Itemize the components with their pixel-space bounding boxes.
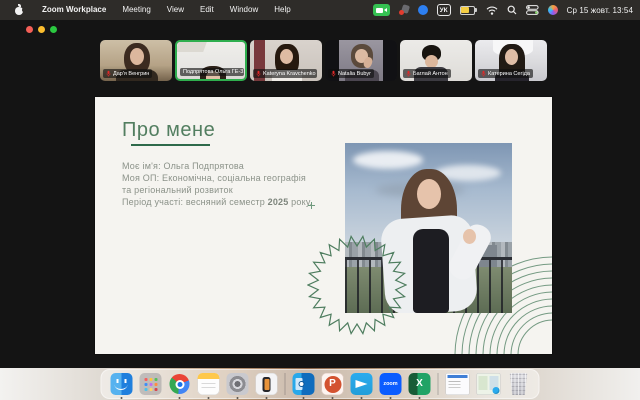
notes-icon[interactable] (198, 373, 220, 395)
window-controls (26, 26, 57, 33)
menubar-clock[interactable]: Ср 15 жовт. 13:54 (567, 6, 633, 15)
menu-view[interactable]: View (159, 0, 192, 20)
muted-mic-icon (481, 70, 486, 77)
slide-line: Моя ОП: Економічна, соціальна географія (122, 172, 312, 184)
slide-line: та регіональний розвиток (122, 184, 312, 196)
participant-tile[interactable]: Kateryna Kravchenko (250, 40, 322, 81)
participant-name-label: Подпрятова Ольга ГЕ-31 (180, 68, 244, 76)
participant-name-label: Дар'я Венгрин (103, 69, 152, 78)
slide-body-text: Моє ім'я: Ольга Подпрятова Моя ОП: Еконо… (122, 160, 312, 208)
shared-slide: Про мене Моє ім'я: Ольга Подпрятова Моя … (95, 97, 552, 354)
participant-tile[interactable]: Баглай Антон (400, 40, 472, 81)
participant-tile-active-speaker[interactable]: Подпрятова Ольга ГЕ-31 (175, 40, 247, 81)
zoom-meeting-window: Дар'я Венгрин Подпрятова Ольга ГЕ-31 Kat… (0, 20, 640, 368)
minimized-window-preview[interactable] (446, 373, 470, 395)
plus-decoration (308, 202, 315, 209)
telegram-icon[interactable] (351, 373, 373, 395)
blue-app-icon[interactable] (418, 5, 428, 15)
participant-name-label: Natalia Bubyr (328, 69, 374, 78)
powerpoint-icon[interactable]: P (322, 373, 344, 395)
muted-mic-icon (331, 70, 336, 77)
participant-strip: Дар'я Венгрин Подпрятова Ольга ГЕ-31 Kat… (100, 40, 547, 81)
participant-tile[interactable]: Дар'я Венгрин (100, 40, 172, 81)
menu-window[interactable]: Window (222, 0, 266, 20)
trash-icon[interactable] (508, 373, 530, 395)
muted-mic-icon (106, 70, 111, 77)
muted-mic-icon (256, 70, 261, 77)
spotlight-icon[interactable] (507, 5, 517, 15)
minimized-window-preview[interactable] (477, 373, 501, 395)
siri-icon[interactable] (548, 5, 558, 15)
excel-icon[interactable]: X (409, 373, 431, 395)
zoom-app-icon[interactable]: zoom (380, 373, 402, 395)
launchpad-icon[interactable] (140, 373, 162, 395)
dock: P zoom X (101, 369, 540, 399)
dock-separator (438, 373, 439, 395)
slide-title: Про мене (122, 119, 215, 142)
iphone-mirroring-icon[interactable] (256, 373, 278, 395)
desktop: Zoom Workplace Meeting View Edit Window … (0, 0, 640, 400)
participant-tile[interactable]: Катерина Сегіда (475, 40, 547, 81)
participant-name-label: Kateryna Kravchenko (253, 69, 317, 78)
participant-name-label: Баглай Антон (403, 69, 451, 78)
recording-indicator-icon[interactable] (399, 5, 409, 15)
keyboard-layout-badge[interactable]: УК (437, 4, 451, 16)
close-window-button[interactable] (26, 26, 33, 33)
participant-tile[interactable]: Natalia Bubyr (325, 40, 397, 81)
apple-menu-icon[interactable] (14, 5, 24, 15)
screen-share-active-icon[interactable] (373, 4, 390, 16)
fullscreen-window-button[interactable] (50, 26, 57, 33)
title-underline-decoration (131, 144, 210, 146)
system-settings-icon[interactable] (227, 373, 249, 395)
participant-name-label: Катерина Сегіда (478, 69, 533, 78)
finder-icon[interactable] (111, 373, 133, 395)
starburst-decoration (307, 235, 407, 335)
menu-app-name[interactable]: Zoom Workplace (34, 0, 114, 20)
menubar: Zoom Workplace Meeting View Edit Window … (0, 0, 640, 20)
menubar-status-area: УК Ср 15 жовт. 13:54 (373, 4, 640, 16)
menu-edit[interactable]: Edit (192, 0, 222, 20)
menu-help[interactable]: Help (266, 0, 298, 20)
chrome-icon[interactable] (169, 373, 191, 395)
dock-separator (285, 373, 286, 395)
outlook-icon[interactable] (293, 373, 315, 395)
slide-line: Період участі: весняний семестр 2025 рок… (122, 196, 312, 208)
wifi-icon[interactable] (486, 6, 498, 15)
minimize-window-button[interactable] (38, 26, 45, 33)
slide-line: Моє ім'я: Ольга Подпрятова (122, 160, 312, 172)
control-center-icon[interactable] (526, 5, 539, 15)
muted-mic-icon (406, 70, 411, 77)
menu-meeting[interactable]: Meeting (114, 0, 158, 20)
battery-icon[interactable] (460, 6, 477, 15)
